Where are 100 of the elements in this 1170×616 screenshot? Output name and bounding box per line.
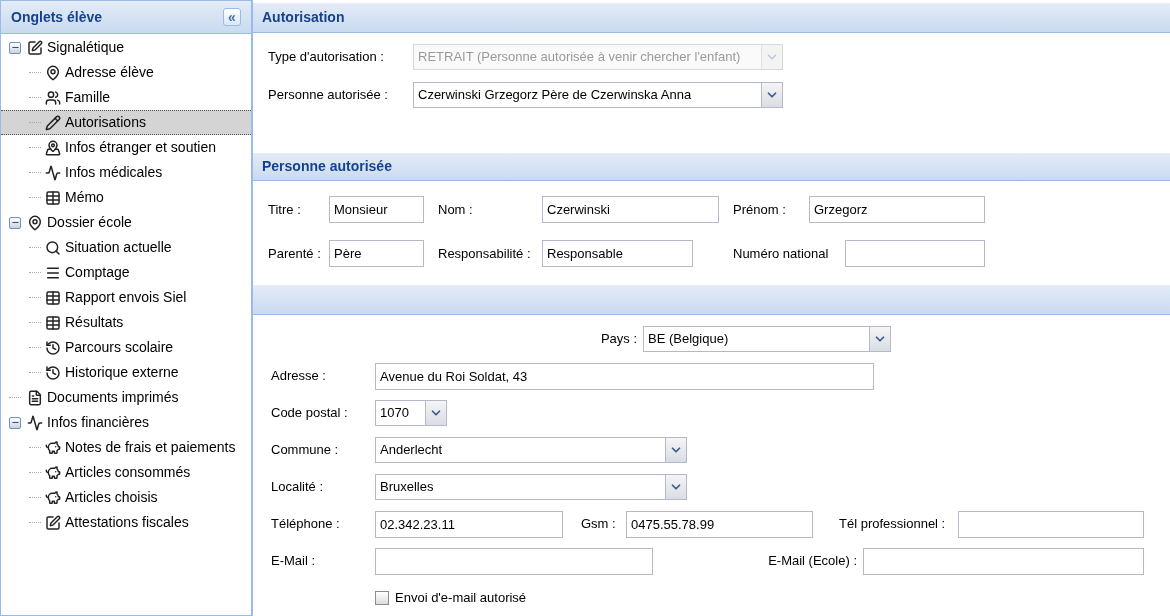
tree-item[interactable]: Mémo [1, 185, 251, 210]
dropdown-trigger[interactable] [869, 327, 890, 351]
dropdown-field[interactable]: Anderlecht [375, 437, 687, 463]
tree-item-label: Historique externe [65, 363, 179, 382]
edit-square-icon [27, 39, 43, 56]
tree-item-label: Articles choisis [65, 488, 158, 507]
text-field[interactable]: 0475.55.78.99 [626, 510, 813, 538]
tree-item[interactable]: Infos étranger et soutien [1, 135, 251, 160]
tree-item-label: Situation actuelle [65, 238, 172, 257]
piggy-bank-icon [45, 489, 61, 506]
field-label: Type d'autorisation : [268, 48, 385, 67]
field-label: E-Mail (Ecole) : [767, 552, 858, 571]
field-label: Téléphone : [271, 515, 341, 534]
field-label: Code postal : [271, 404, 349, 423]
dropdown-field[interactable]: BE (Belgique) [643, 326, 891, 352]
collapse-toggle-icon[interactable] [9, 41, 21, 54]
dropdown-trigger[interactable] [425, 401, 446, 425]
tree-item[interactable]: Autorisations [1, 110, 251, 135]
pencil-icon [45, 114, 61, 131]
tree-item[interactable]: Attestations fiscales [1, 510, 251, 535]
tree-item[interactable]: Articles choisis [1, 485, 251, 510]
collapse-toggle-icon[interactable] [9, 216, 21, 229]
sidebar-title: Onglets élève [11, 7, 103, 27]
dropdown-trigger[interactable] [665, 438, 686, 462]
checkbox[interactable] [375, 591, 389, 605]
table-icon [45, 189, 61, 206]
tree-item-label: Comptage [65, 263, 130, 282]
search-icon [45, 239, 61, 256]
pin-icon [45, 139, 61, 156]
dropdown-value: RETRAIT (Personne autorisée à venir chercher l'enfant) [417, 48, 742, 66]
dropdown-trigger[interactable] [665, 475, 686, 499]
tree-item[interactable]: Historique externe [1, 360, 251, 385]
text-field[interactable] [958, 510, 1144, 538]
tree-item[interactable]: Parcours scolaire [1, 335, 251, 360]
dropdown-value: Bruxelles [379, 478, 435, 496]
document-icon [27, 389, 43, 406]
text-field[interactable]: 02.342.23.11 [375, 510, 563, 538]
tree-item[interactable]: Famille [1, 85, 251, 110]
tree-item-label: Rapport envois Siel [65, 288, 187, 307]
text-field[interactable] [863, 547, 1144, 575]
field-label: Prénom : [733, 200, 787, 219]
collapse-toggle-icon[interactable] [9, 416, 21, 429]
text-field[interactable]: Grzegorz [809, 196, 985, 223]
pulse-icon [27, 414, 43, 431]
tree-item-label: Documents imprimés [47, 388, 179, 407]
tree-item[interactable]: Situation actuelle [1, 235, 251, 260]
field-label: Pays : [599, 330, 638, 349]
map-pin-icon [45, 64, 61, 81]
tree-item[interactable]: Dossier école [1, 210, 251, 235]
field-label: Commune : [271, 441, 340, 460]
tree-item-label: Mémo [65, 188, 104, 207]
tree-item[interactable]: Notes de frais et paiements [1, 435, 251, 460]
dropdown-field[interactable]: Czerwinski Grzegorz Père de Czerwinska Anna [413, 82, 783, 108]
table-icon [45, 289, 61, 306]
section-header: Personne autorisée [253, 153, 1170, 181]
map-pin-icon [27, 214, 43, 231]
field-label: Nom : [438, 200, 474, 219]
text-field[interactable] [845, 240, 985, 267]
field-label: Responsabilité : [438, 244, 532, 263]
field-label: Numéro national [733, 244, 830, 263]
dropdown-value: Czerwinski Grzegorz Père de Czerwinska Anna [417, 86, 693, 104]
tree-item[interactable]: Résultats [1, 310, 251, 335]
piggy-bank-icon [45, 464, 61, 481]
dropdown-field[interactable]: Bruxelles [375, 474, 687, 500]
tree-item[interactable]: Infos médicales [1, 160, 251, 185]
text-field[interactable]: Avenue du Roi Soldat, 43 [375, 362, 874, 390]
people-icon [45, 89, 61, 106]
field-label: Personne autorisée : [268, 86, 389, 105]
tree-item-label: Autorisations [65, 113, 146, 132]
tree-item[interactable]: Documents imprimés [1, 385, 251, 410]
tree-item[interactable]: Articles consommés [1, 460, 251, 485]
pulse-icon [45, 164, 61, 181]
tree-item-label: Résultats [65, 313, 124, 332]
tree-item[interactable]: Comptage [1, 260, 251, 285]
text-field[interactable]: Responsable [542, 240, 693, 267]
history-icon [45, 339, 61, 356]
tree-item[interactable]: Rapport envois Siel [1, 285, 251, 310]
tree-item[interactable]: Signalétique [1, 35, 251, 60]
dropdown-value: 1070 [379, 404, 410, 422]
dropdown-value: Anderlecht [379, 441, 444, 459]
text-field[interactable]: Père [329, 240, 424, 267]
tree-item-label: Dossier école [47, 213, 132, 232]
tree-item[interactable]: Adresse élève [1, 60, 251, 85]
field-label: Tél professionnel : [839, 515, 947, 534]
tree-item-label: Famille [65, 88, 111, 107]
table-icon [45, 314, 61, 331]
field-label: Gsm : [581, 515, 617, 534]
collapse-button[interactable]: « [223, 8, 241, 26]
dropdown-field[interactable]: 1070 [375, 400, 447, 426]
text-field[interactable]: Czerwinski [542, 196, 719, 223]
tree-item-label: Notes de frais et paiements [65, 438, 236, 457]
tree-item-label: Attestations fiscales [65, 513, 189, 532]
tree-item-label: Articles consommés [65, 463, 191, 482]
edit-square-icon [45, 514, 61, 531]
tree-item[interactable]: Infos financières [1, 410, 251, 435]
dropdown-trigger[interactable] [761, 83, 782, 107]
text-field[interactable]: Monsieur [329, 196, 424, 223]
tree-item-label: Signalétique [47, 38, 125, 57]
text-field[interactable] [375, 547, 653, 575]
tree-item-label: Infos étranger et soutien [65, 138, 216, 157]
